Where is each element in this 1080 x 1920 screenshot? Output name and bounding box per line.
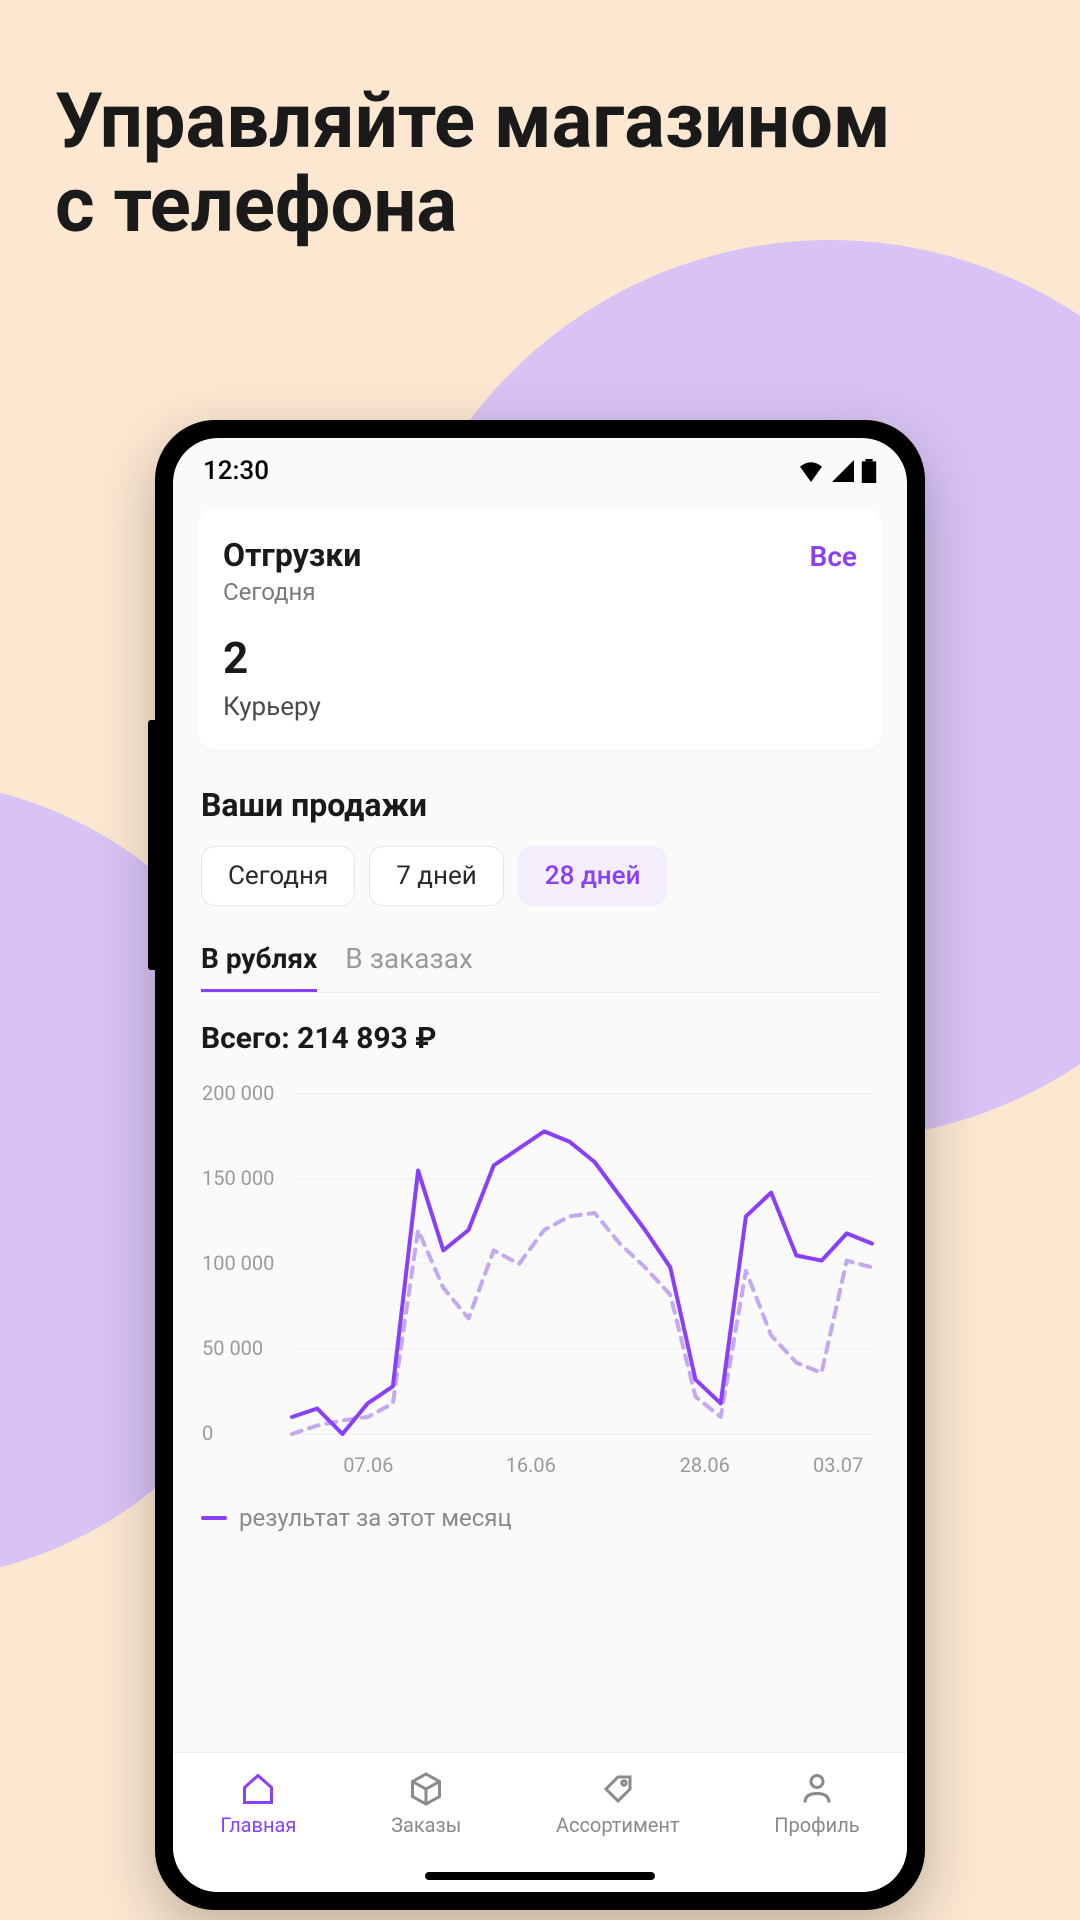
tab-orders[interactable]: В заказах [345, 942, 473, 992]
nav-profile[interactable]: Профиль [774, 1771, 859, 1837]
nav-profile-label: Профиль [774, 1813, 859, 1837]
chip-today[interactable]: Сегодня [201, 846, 355, 906]
home-icon [240, 1771, 276, 1807]
status-bar: 12:30 [173, 438, 907, 496]
svg-text:03.07: 03.07 [813, 1453, 863, 1477]
headline-line2: с телефона [55, 160, 457, 250]
nav-orders[interactable]: Заказы [391, 1771, 461, 1837]
shipments-subtitle: Сегодня [223, 578, 857, 606]
headline-line1: Управляйте магазином [55, 76, 891, 166]
svg-text:0: 0 [202, 1421, 213, 1445]
svg-text:07.06: 07.06 [343, 1453, 393, 1477]
sales-title: Ваши продажи [197, 786, 883, 824]
bottom-nav: Главная Заказы Ассортимент Профиль [173, 1752, 907, 1892]
phone-mockup: 12:30 Отгрузки Все Сегодня 2 Курьеру Ваш… [155, 420, 925, 1910]
nav-assortment-label: Ассортимент [556, 1813, 680, 1837]
shipments-caption: Курьеру [223, 692, 857, 722]
sales-chart: 200 000 150 000 100 000 50 000 0 07.06 16.06 28… [197, 1084, 883, 1484]
nav-home[interactable]: Главная [220, 1771, 296, 1837]
nav-assortment[interactable]: Ассортимент [556, 1771, 680, 1837]
legend-label: результат за этот месяц [239, 1504, 512, 1532]
svg-text:150 000: 150 000 [202, 1166, 274, 1190]
sales-total: Всего: 214 893 ₽ [197, 1021, 883, 1056]
chart-legend: результат за этот месяц [197, 1484, 883, 1532]
nav-home-label: Главная [220, 1813, 296, 1837]
chip-7days[interactable]: 7 дней [369, 846, 504, 906]
status-time: 12:30 [203, 456, 269, 486]
svg-text:200 000: 200 000 [202, 1084, 274, 1105]
shipments-count: 2 [223, 632, 857, 684]
nav-orders-label: Заказы [391, 1813, 461, 1837]
legend-swatch [201, 1516, 227, 1520]
shipments-card[interactable]: Отгрузки Все Сегодня 2 Курьеру [197, 508, 883, 750]
metric-tabs: В рублях В заказах [197, 942, 883, 993]
wifi-icon [797, 460, 825, 482]
svg-text:50 000: 50 000 [202, 1336, 263, 1360]
period-chips: Сегодня 7 дней 28 дней [197, 846, 883, 906]
shipments-all-link[interactable]: Все [810, 540, 857, 573]
tag-icon [600, 1771, 636, 1807]
battery-icon [861, 459, 877, 483]
user-icon [799, 1771, 835, 1807]
signal-icon [831, 460, 855, 482]
svg-text:16.06: 16.06 [506, 1453, 556, 1477]
chip-28days[interactable]: 28 дней [518, 846, 668, 906]
svg-text:100 000: 100 000 [202, 1251, 274, 1275]
shipments-title: Отгрузки [223, 536, 361, 574]
promo-headline: Управляйте магазином с телефона [55, 80, 891, 247]
box-icon [408, 1771, 444, 1807]
tab-rubles[interactable]: В рублях [201, 942, 317, 992]
svg-text:28.06: 28.06 [680, 1453, 730, 1477]
home-indicator [425, 1872, 655, 1880]
